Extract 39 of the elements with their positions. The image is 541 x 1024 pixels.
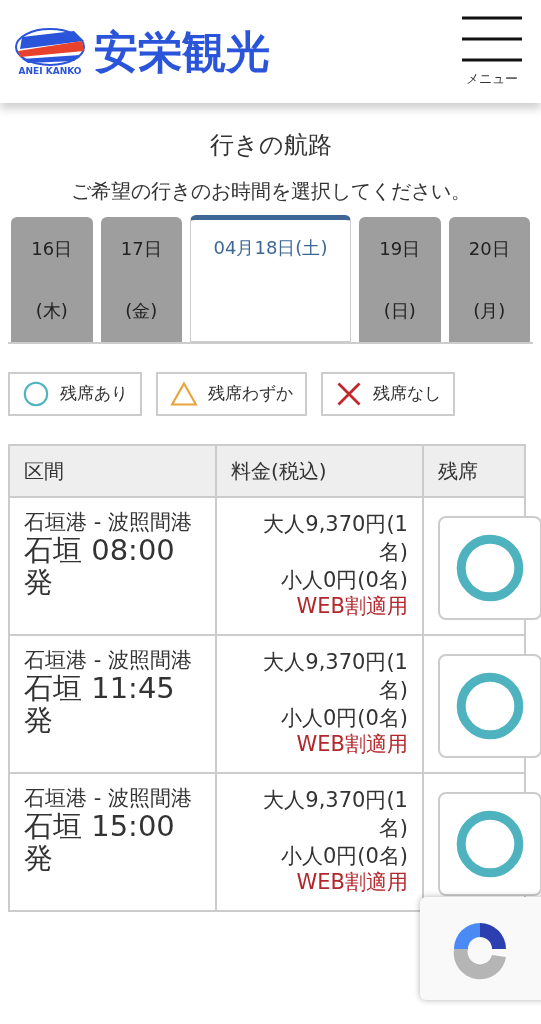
circle-icon [22, 380, 50, 408]
date-tab[interactable]: 19日 (日) [359, 217, 441, 342]
date-tab[interactable]: 04月18日(土) [190, 215, 351, 342]
column-header: 区間 [9, 445, 216, 497]
brand-name: 安栄観光 [94, 29, 270, 74]
route-text: 石垣港 - 波照間港 [24, 648, 193, 672]
legend-label: 残席なし [373, 382, 441, 406]
captcha-badge[interactable] [420, 897, 541, 1000]
logo-text: ANEI KANKO [18, 67, 82, 76]
child-fare: 小人0円(0名) [279, 705, 408, 732]
seat-select-button[interactable] [438, 516, 541, 620]
instruction-text: ご希望の行きのお時間を選択してください。 [69, 178, 472, 205]
discount-label: WEB割適用 [295, 870, 408, 894]
adult-fare: 大人9,370円(1名) [262, 787, 408, 842]
logo-icon [14, 27, 86, 67]
child-fare: 小人0円(0名) [279, 843, 408, 870]
legend-label: 残席あり [60, 382, 128, 406]
column-header: 料金(税込) [216, 445, 423, 497]
route-text: 石垣港 - 波照間港 [24, 786, 193, 810]
adult-fare: 大人9,370円(1名) [262, 649, 408, 704]
menu-button[interactable]: メニュー [459, 14, 525, 89]
column-header: 残席 [423, 445, 525, 497]
page-title: 行きの航路 [208, 130, 333, 161]
date-tab[interactable]: 20日 (月) [448, 217, 530, 342]
adult-fare: 大人9,370円(1名) [262, 511, 408, 566]
departure-time: 石垣 08:00発 [24, 534, 176, 598]
triangle-icon [170, 380, 198, 408]
menu-icon [460, 14, 524, 63]
child-fare: 小人0円(0名) [279, 567, 408, 594]
date-tab[interactable]: 16日 (木) [11, 217, 93, 342]
seat-select-button[interactable] [438, 654, 541, 758]
discount-label: WEB割適用 [295, 594, 408, 618]
cross-icon [335, 380, 363, 408]
discount-label: WEB割適用 [295, 732, 408, 756]
departure-time: 石垣 11:45発 [24, 672, 176, 736]
date-tab[interactable]: 17日 (金) [100, 217, 182, 342]
departure-time: 石垣 15:00発 [24, 810, 176, 874]
route-text: 石垣港 - 波照間港 [24, 510, 193, 534]
legend-label: 残席わずか [208, 382, 293, 406]
